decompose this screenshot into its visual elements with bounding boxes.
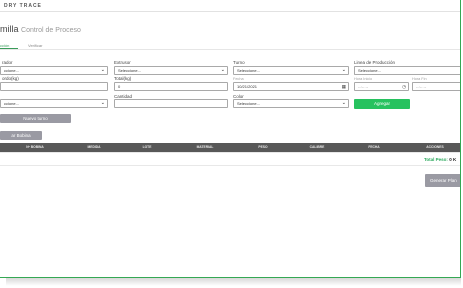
nuevo-turno-button[interactable]: Nuevo turno	[0, 114, 71, 123]
total-peso: Total Peso: 0 K	[424, 157, 456, 162]
col-lote: LOTE	[142, 145, 152, 149]
hora-inicio-input[interactable]: --:-- -- ◷	[354, 82, 409, 91]
chevron-down-icon: ⌄	[100, 67, 105, 73]
tipo-select[interactable]: ccione... ⌄	[0, 99, 108, 108]
fecha-label: Fecha	[233, 77, 244, 81]
extrusor-select[interactable]: Seleccione... ⌄	[114, 66, 228, 75]
hora-inicio-label: Hora Inicio	[354, 77, 373, 81]
chevron-down-icon: ⌄	[220, 67, 225, 73]
generar-plan-button[interactable]: Generar Plan	[425, 174, 460, 187]
chevron-down-icon: ⌄	[341, 100, 346, 106]
tab-verificar[interactable]: Verificar	[28, 43, 42, 48]
operador-select[interactable]: ccione... ⌄	[0, 66, 108, 75]
total-divider	[0, 165, 460, 166]
calendar-icon[interactable]: ▦	[342, 83, 346, 90]
color-select[interactable]: Seleccione... ⌄	[233, 99, 349, 108]
chevron-down-icon: ⌄	[341, 67, 346, 73]
brand-logo-text: DRY TRACE	[4, 3, 42, 9]
page-title: milla Control de Proceso	[0, 24, 81, 34]
chevron-down-icon: ⌄	[100, 100, 105, 106]
total-peso-value: 0 K	[449, 157, 457, 162]
total-peso-label: Total Peso:	[424, 157, 448, 162]
col-acciones: ACCIONES	[426, 145, 444, 149]
extrusor-label: Extrusor	[114, 60, 131, 65]
col-material: MATERIAL	[196, 145, 214, 149]
agregar-button[interactable]: Agregar	[354, 99, 410, 109]
turno-label: Turno	[233, 60, 245, 65]
hora-fin-input[interactable]: --:-- --	[412, 82, 460, 91]
clock-icon[interactable]: ◷	[402, 83, 406, 90]
page-title-main: milla	[0, 24, 19, 34]
col-calibre: CALIBRE	[309, 145, 325, 149]
fecha-input[interactable]: 10/21/2021 ▦	[233, 82, 349, 91]
top-bar: DRY TRACE	[0, 0, 460, 12]
col-fecha: FECHA	[368, 145, 380, 149]
total-kg-label: Total(kg)	[114, 76, 132, 81]
hora-fin-label: Hora Fin	[412, 77, 427, 81]
tabs-divider	[0, 49, 460, 50]
operador-label: rador	[2, 60, 13, 65]
cantidad-input[interactable]	[114, 99, 228, 108]
linea-select[interactable]: Seleccione...	[354, 66, 460, 75]
col-medida: MEDIDA	[87, 145, 101, 149]
bobinas-table-header: Nº BOBINA MEDIDA LOTE MATERIAL PESO CALI…	[0, 143, 460, 152]
table-divider	[0, 152, 460, 153]
page-subtitle: Control de Proceso	[21, 27, 81, 34]
window-shadow	[6, 278, 461, 286]
col-peso: PESO	[258, 145, 268, 149]
total-kg-input[interactable]: 0	[114, 82, 228, 91]
add-bobina-button[interactable]: ar Bobina	[0, 131, 42, 140]
gordo-input[interactable]	[0, 82, 108, 91]
turno-select[interactable]: Seleccione... ⌄	[233, 66, 349, 75]
gordo-label: ordo(kg)	[2, 76, 19, 81]
linea-label: Linea de Producción	[354, 60, 396, 65]
app-window: DRY TRACE milla Control de Proceso cción…	[0, 0, 461, 278]
col-bobina: Nº BOBINA	[26, 145, 44, 149]
